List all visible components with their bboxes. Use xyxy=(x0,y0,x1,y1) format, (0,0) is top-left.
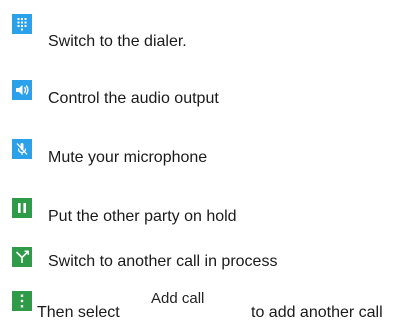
instruction-text: Switch to another call in process xyxy=(48,253,278,270)
instruction-swap-call: Switch to another call in process xyxy=(0,247,409,277)
mic-off-icon xyxy=(12,139,32,159)
pause-icon xyxy=(12,198,32,218)
instruction-add-call: Then select Add call to add another call xyxy=(0,290,409,321)
instruction-text: Control the audio output xyxy=(48,90,219,107)
instruction-audio-output: Control the audio output xyxy=(0,80,409,110)
instruction-switch-dialer: Switch to the dialer. xyxy=(0,8,409,50)
instruction-text: Mute your microphone xyxy=(48,149,208,166)
instruction-text-before: Then select xyxy=(37,304,120,321)
instruction-text-after: to add another call xyxy=(251,304,383,321)
dialpad-icon xyxy=(12,14,32,34)
swap-call-icon xyxy=(12,247,32,267)
instruction-text: Switch to the dialer. xyxy=(48,33,187,50)
more-menu-icon xyxy=(12,291,32,311)
instruction-mute-mic: Mute your microphone xyxy=(0,139,409,169)
add-call-button: Add call xyxy=(151,290,205,307)
instruction-hold: Put the other party on hold xyxy=(0,198,409,228)
speaker-icon xyxy=(12,80,32,100)
instruction-text: Put the other party on hold xyxy=(48,208,237,225)
